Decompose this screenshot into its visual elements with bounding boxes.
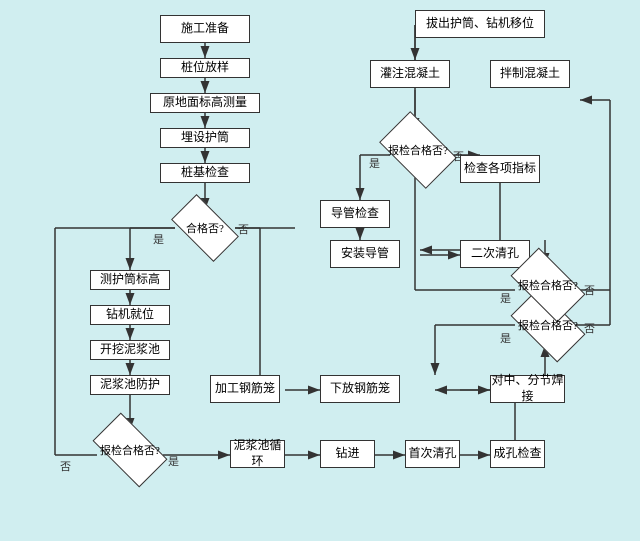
label-chengjian: 成孔检查	[493, 446, 541, 462]
box-zhuiwei-fanyang: 桩位放样	[160, 58, 250, 78]
diamond-hege4: 报检合格否?	[97, 430, 163, 470]
diamond-hege2: 报检合格否?	[515, 265, 581, 305]
label-anzhuang: 安装导管	[341, 246, 389, 262]
label-baochu: 拔出护筒、钻机移位	[426, 16, 534, 32]
box-jiaogong-gangloulong: 加工钢筋笼	[210, 375, 280, 403]
box-jicha-gexiang: 检查各项指标	[460, 155, 540, 183]
label-jiaogong: 加工钢筋笼	[215, 381, 275, 397]
box-nijiang-xunhuan: 泥浆池循环	[230, 440, 285, 468]
yes-label-hege4: 是	[168, 453, 179, 469]
box-nijiang-fanghu: 泥浆池防护	[90, 375, 170, 395]
label-maihu: 埋设护筒	[181, 130, 229, 146]
label-zuanjin: 钻进	[335, 446, 359, 462]
box-chengjian-jicha: 成孔检查	[490, 440, 545, 468]
yes-label-hege2: 是	[500, 290, 511, 306]
yes-label-hege1: 是	[153, 231, 164, 247]
label-daoguan-jicha: 导管检查	[331, 206, 379, 222]
label-jicha: 报检合格否?	[388, 142, 448, 158]
box-erci-qingkong: 二次清孔	[460, 240, 530, 268]
label-hege1: 合格否?	[186, 220, 224, 236]
label-xiagang: 下放钢筋笼	[330, 381, 390, 397]
diamond-hege1: 合格否?	[175, 210, 235, 246]
label-hege2: 报检合格否?	[518, 277, 578, 293]
box-baochu-hujian: 拔出护筒、钻机移位	[415, 10, 545, 38]
box-cebiao: 测护筒标高	[90, 270, 170, 290]
yes-label-hege3: 是	[500, 330, 511, 346]
diamond-hege-jicha: 报检合格否?	[385, 128, 451, 172]
box-guanzhu: 灌注混凝土	[370, 60, 450, 88]
label-zhuiwei: 桩位放样	[181, 60, 229, 76]
label-shoujiqingkong: 首次清孔	[408, 446, 456, 462]
no-label-hege2: 否	[584, 282, 595, 298]
label-zuanji-jiuwei: 钻机就位	[106, 307, 154, 323]
label-duizhong: 对中、分节焊接	[491, 373, 564, 404]
label-jicha-gexiang: 检查各项指标	[464, 161, 536, 177]
box-anzhuang-daoguan: 安装导管	[330, 240, 400, 268]
label-erci: 二次清孔	[471, 246, 519, 262]
box-zhuanji-jicha: 桩基检查	[160, 163, 250, 183]
label-banrui: 拌制混凝土	[500, 66, 560, 82]
label-hege4: 报检合格否?	[100, 442, 160, 458]
yes-label-jicha: 是	[369, 155, 380, 171]
label-shigong: 施工准备	[181, 21, 229, 37]
box-daoguan-jicha: 导管检查	[320, 200, 390, 228]
box-zuanjin: 钻进	[320, 440, 375, 468]
label-kaituo: 开挖泥浆池	[100, 342, 160, 358]
no-label-hege3: 否	[584, 320, 595, 336]
no-label-hege1: 否	[238, 221, 249, 237]
box-banrui: 拌制混凝土	[490, 60, 570, 88]
flowchart: 施工准备 桩位放样 原地面标高测量 埋设护筒 桩基检查 合格否? 是 否 测护筒…	[0, 0, 640, 541]
box-shigong-zhunbei: 施工准备	[160, 15, 250, 43]
box-zuanji-jiuwei: 钻机就位	[90, 305, 170, 325]
box-kaituo: 开挖泥浆池	[90, 340, 170, 360]
box-maihu-hujian: 埋设护筒	[160, 128, 250, 148]
label-zhuanji: 桩基检查	[181, 165, 229, 181]
box-duizhong: 对中、分节焊接	[490, 375, 565, 403]
box-celiangbiaogao: 原地面标高测量	[150, 93, 260, 113]
label-xunhuan: 泥浆池循环	[231, 438, 284, 469]
label-nijiang: 泥浆池防护	[100, 377, 160, 393]
label-cebiao: 测护筒标高	[100, 272, 160, 288]
label-hege3: 报检合格否?	[518, 317, 578, 333]
box-xiagang-gangloulong: 下放钢筋笼	[320, 375, 400, 403]
label-guanzhu: 灌注混凝土	[380, 66, 440, 82]
box-shoujiqingkong: 首次清孔	[405, 440, 460, 468]
no-label-hege4: 否	[60, 458, 71, 474]
label-celiangbiaogao: 原地面标高测量	[163, 95, 247, 111]
